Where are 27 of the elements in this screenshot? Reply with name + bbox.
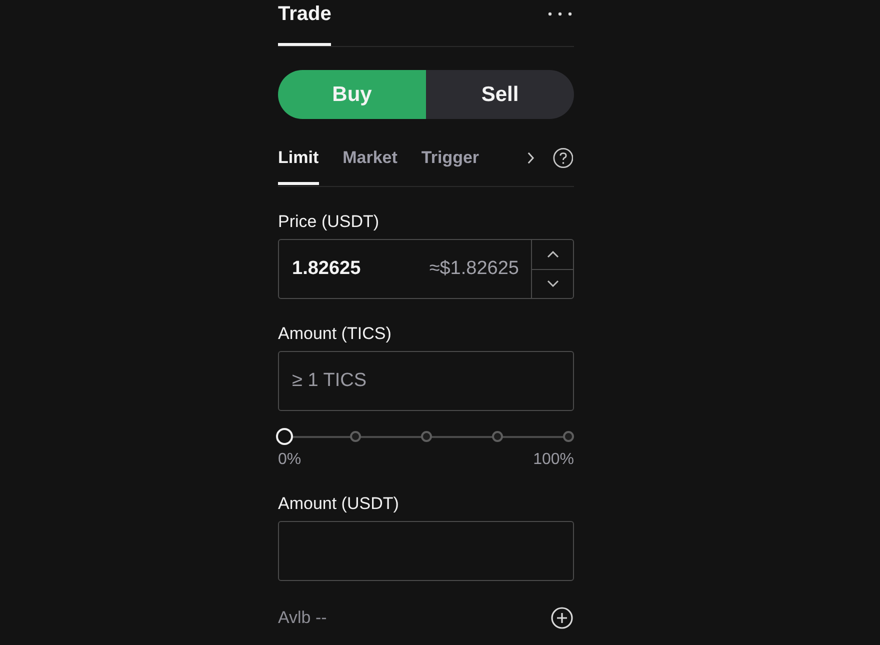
field-label: Amount (TICS)	[278, 323, 392, 345]
slider-max-label: 100%	[533, 451, 574, 469]
converted-value: ≈$1.82625	[429, 258, 520, 280]
sell-button[interactable]: Sell	[426, 70, 574, 119]
trade-tab[interactable]: Trade	[278, 0, 332, 46]
caret-down-icon	[546, 280, 558, 288]
caret-up-icon	[546, 250, 558, 258]
price-field[interactable]: 1.82625 ≈$1.82625	[278, 239, 574, 299]
slider-step-icon[interactable]	[492, 431, 502, 442]
input-field[interactable]	[278, 521, 574, 581]
order-type-tab[interactable]: Limit	[278, 147, 319, 185]
order-type-tab[interactable]: Trigger	[421, 147, 480, 185]
field-label: Amount (USDT)	[278, 493, 399, 515]
price-input[interactable]: 1.82625	[279, 240, 430, 298]
slider-thumb[interactable]	[276, 428, 292, 445]
plus-circle-icon[interactable]	[551, 607, 573, 629]
slider-step-icon[interactable]	[420, 431, 432, 442]
amount-input[interactable]: ≥ 1 TICS	[278, 351, 574, 411]
available-balance: Avlb --	[278, 608, 327, 628]
slider-min-label: 0%	[278, 451, 302, 469]
order-type-tab[interactable]: Market	[342, 147, 398, 185]
more-options-icon[interactable]	[548, 12, 572, 16]
field-label: Price (USDT)	[278, 211, 380, 233]
slider-step-icon[interactable]	[350, 431, 360, 442]
help-icon[interactable]	[552, 147, 573, 169]
chevron-right-icon[interactable]	[527, 151, 534, 165]
slider-step-icon[interactable]	[562, 431, 574, 442]
